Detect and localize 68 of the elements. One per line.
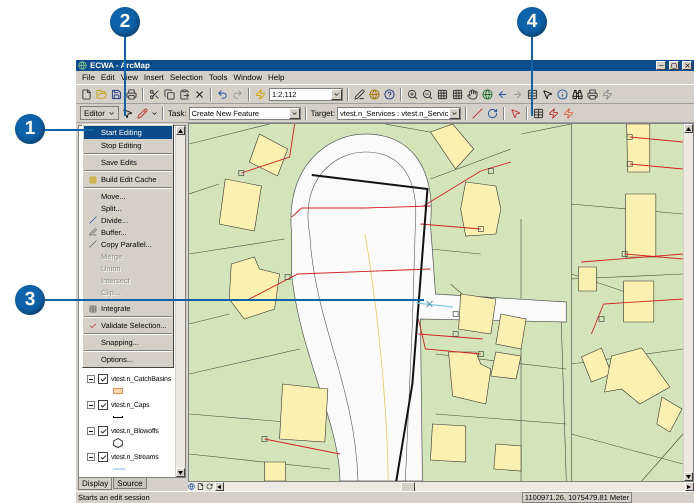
scroll-up-button[interactable] xyxy=(176,126,185,135)
globe-icon xyxy=(78,61,87,70)
pane-tab[interactable]: Source xyxy=(113,478,147,489)
collapse-toggle[interactable] xyxy=(87,375,95,383)
restore-icon xyxy=(671,62,677,68)
task-label: Task: xyxy=(168,108,187,118)
menu-item[interactable]: File xyxy=(82,73,95,82)
layer-checkbox[interactable] xyxy=(98,452,108,462)
grid-symbol-icon xyxy=(113,388,123,394)
target-label: Target: xyxy=(310,108,336,118)
paste-icon[interactable] xyxy=(178,86,191,102)
scroll-right-button[interactable] xyxy=(685,482,694,491)
scroll-left-button[interactable] xyxy=(215,482,224,491)
layer-checkbox[interactable] xyxy=(98,374,108,384)
caret-icon xyxy=(108,110,115,116)
restore-button[interactable] xyxy=(669,61,679,70)
menu-item[interactable]: Help xyxy=(268,73,284,82)
collapse-toggle[interactable] xyxy=(87,427,95,435)
up-arrow-icon xyxy=(686,126,691,130)
menu-item[interactable]: Window xyxy=(234,73,262,82)
pan-icon[interactable] xyxy=(466,86,479,102)
pane-tab[interactable]: Display xyxy=(78,478,112,490)
copy-icon[interactable] xyxy=(163,86,176,102)
editor-menu-button[interactable]: Editor xyxy=(80,106,119,120)
pencil-icon xyxy=(89,228,97,236)
minimize-icon xyxy=(658,62,664,69)
leader-line xyxy=(44,129,94,131)
left-arrow-icon xyxy=(217,484,222,488)
line-symbol-icon xyxy=(113,415,123,418)
scroll-thumb[interactable] xyxy=(401,482,415,492)
minimize-button[interactable] xyxy=(656,61,666,70)
line-icon xyxy=(89,216,97,224)
down-arrow-icon xyxy=(178,470,183,474)
menu-item[interactable]: Selection xyxy=(170,73,203,82)
callout-number: 2 xyxy=(110,7,140,37)
sketch-tool-icon[interactable] xyxy=(136,106,149,120)
help-icon[interactable] xyxy=(383,86,396,102)
menu-item[interactable]: Edit xyxy=(100,73,115,82)
caret-icon xyxy=(150,110,158,116)
menu-item[interactable]: Insert xyxy=(144,73,164,82)
hexagon-symbol-icon xyxy=(113,438,123,448)
scroll-down-button[interactable] xyxy=(176,468,185,477)
right-arrow-icon xyxy=(687,484,692,488)
scroll-down-button[interactable] xyxy=(684,472,693,481)
layer-checkbox[interactable] xyxy=(98,426,108,436)
collapse-toggle[interactable] xyxy=(87,453,95,461)
caret-icon xyxy=(451,110,458,116)
scroll-up-button[interactable] xyxy=(684,124,693,133)
callout-number: 3 xyxy=(15,285,45,315)
collapse-toggle[interactable] xyxy=(87,401,95,409)
close-button[interactable] xyxy=(682,61,692,70)
new-document-icon[interactable] xyxy=(80,86,93,102)
close-icon xyxy=(684,62,690,69)
callout-number: 1 xyxy=(15,114,45,144)
print-icon[interactable] xyxy=(125,86,138,102)
caret-icon xyxy=(290,110,298,116)
caret-icon xyxy=(333,90,340,98)
line-icon[interactable] xyxy=(471,106,484,120)
callout-number: 4 xyxy=(517,7,547,37)
grid-icon xyxy=(89,176,97,184)
menu-item[interactable]: Tools xyxy=(208,73,228,82)
layer-checkbox[interactable] xyxy=(98,400,108,410)
table-icon xyxy=(89,304,97,312)
refresh-icon[interactable] xyxy=(206,483,213,490)
check-icon xyxy=(89,322,97,330)
down-arrow-icon xyxy=(686,474,691,478)
identify-icon[interactable] xyxy=(556,86,569,102)
up-arrow-icon xyxy=(178,128,183,132)
